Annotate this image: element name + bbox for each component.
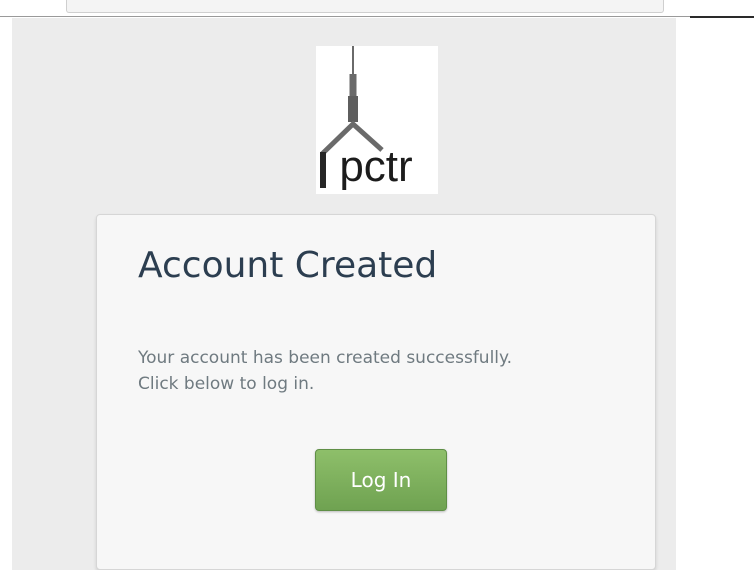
top-strip xyxy=(0,0,754,18)
card-message: Your account has been created successful… xyxy=(138,348,513,394)
church-steeple-icon: pctr xyxy=(320,46,413,191)
page-root: pctr Account Created Your account has be… xyxy=(0,0,754,570)
top-divider-dark xyxy=(690,16,754,18)
pctr-logo: pctr xyxy=(316,46,438,194)
content-panel: pctr Account Created Your account has be… xyxy=(12,18,676,570)
top-scroll-bar xyxy=(66,0,664,13)
top-divider xyxy=(0,16,690,17)
card-title: Account Created xyxy=(138,245,438,286)
logo-wordmark: pctr xyxy=(339,142,412,191)
log-in-button[interactable]: Log In xyxy=(315,449,447,511)
account-created-card: Account Created Your account has been cr… xyxy=(96,214,656,570)
